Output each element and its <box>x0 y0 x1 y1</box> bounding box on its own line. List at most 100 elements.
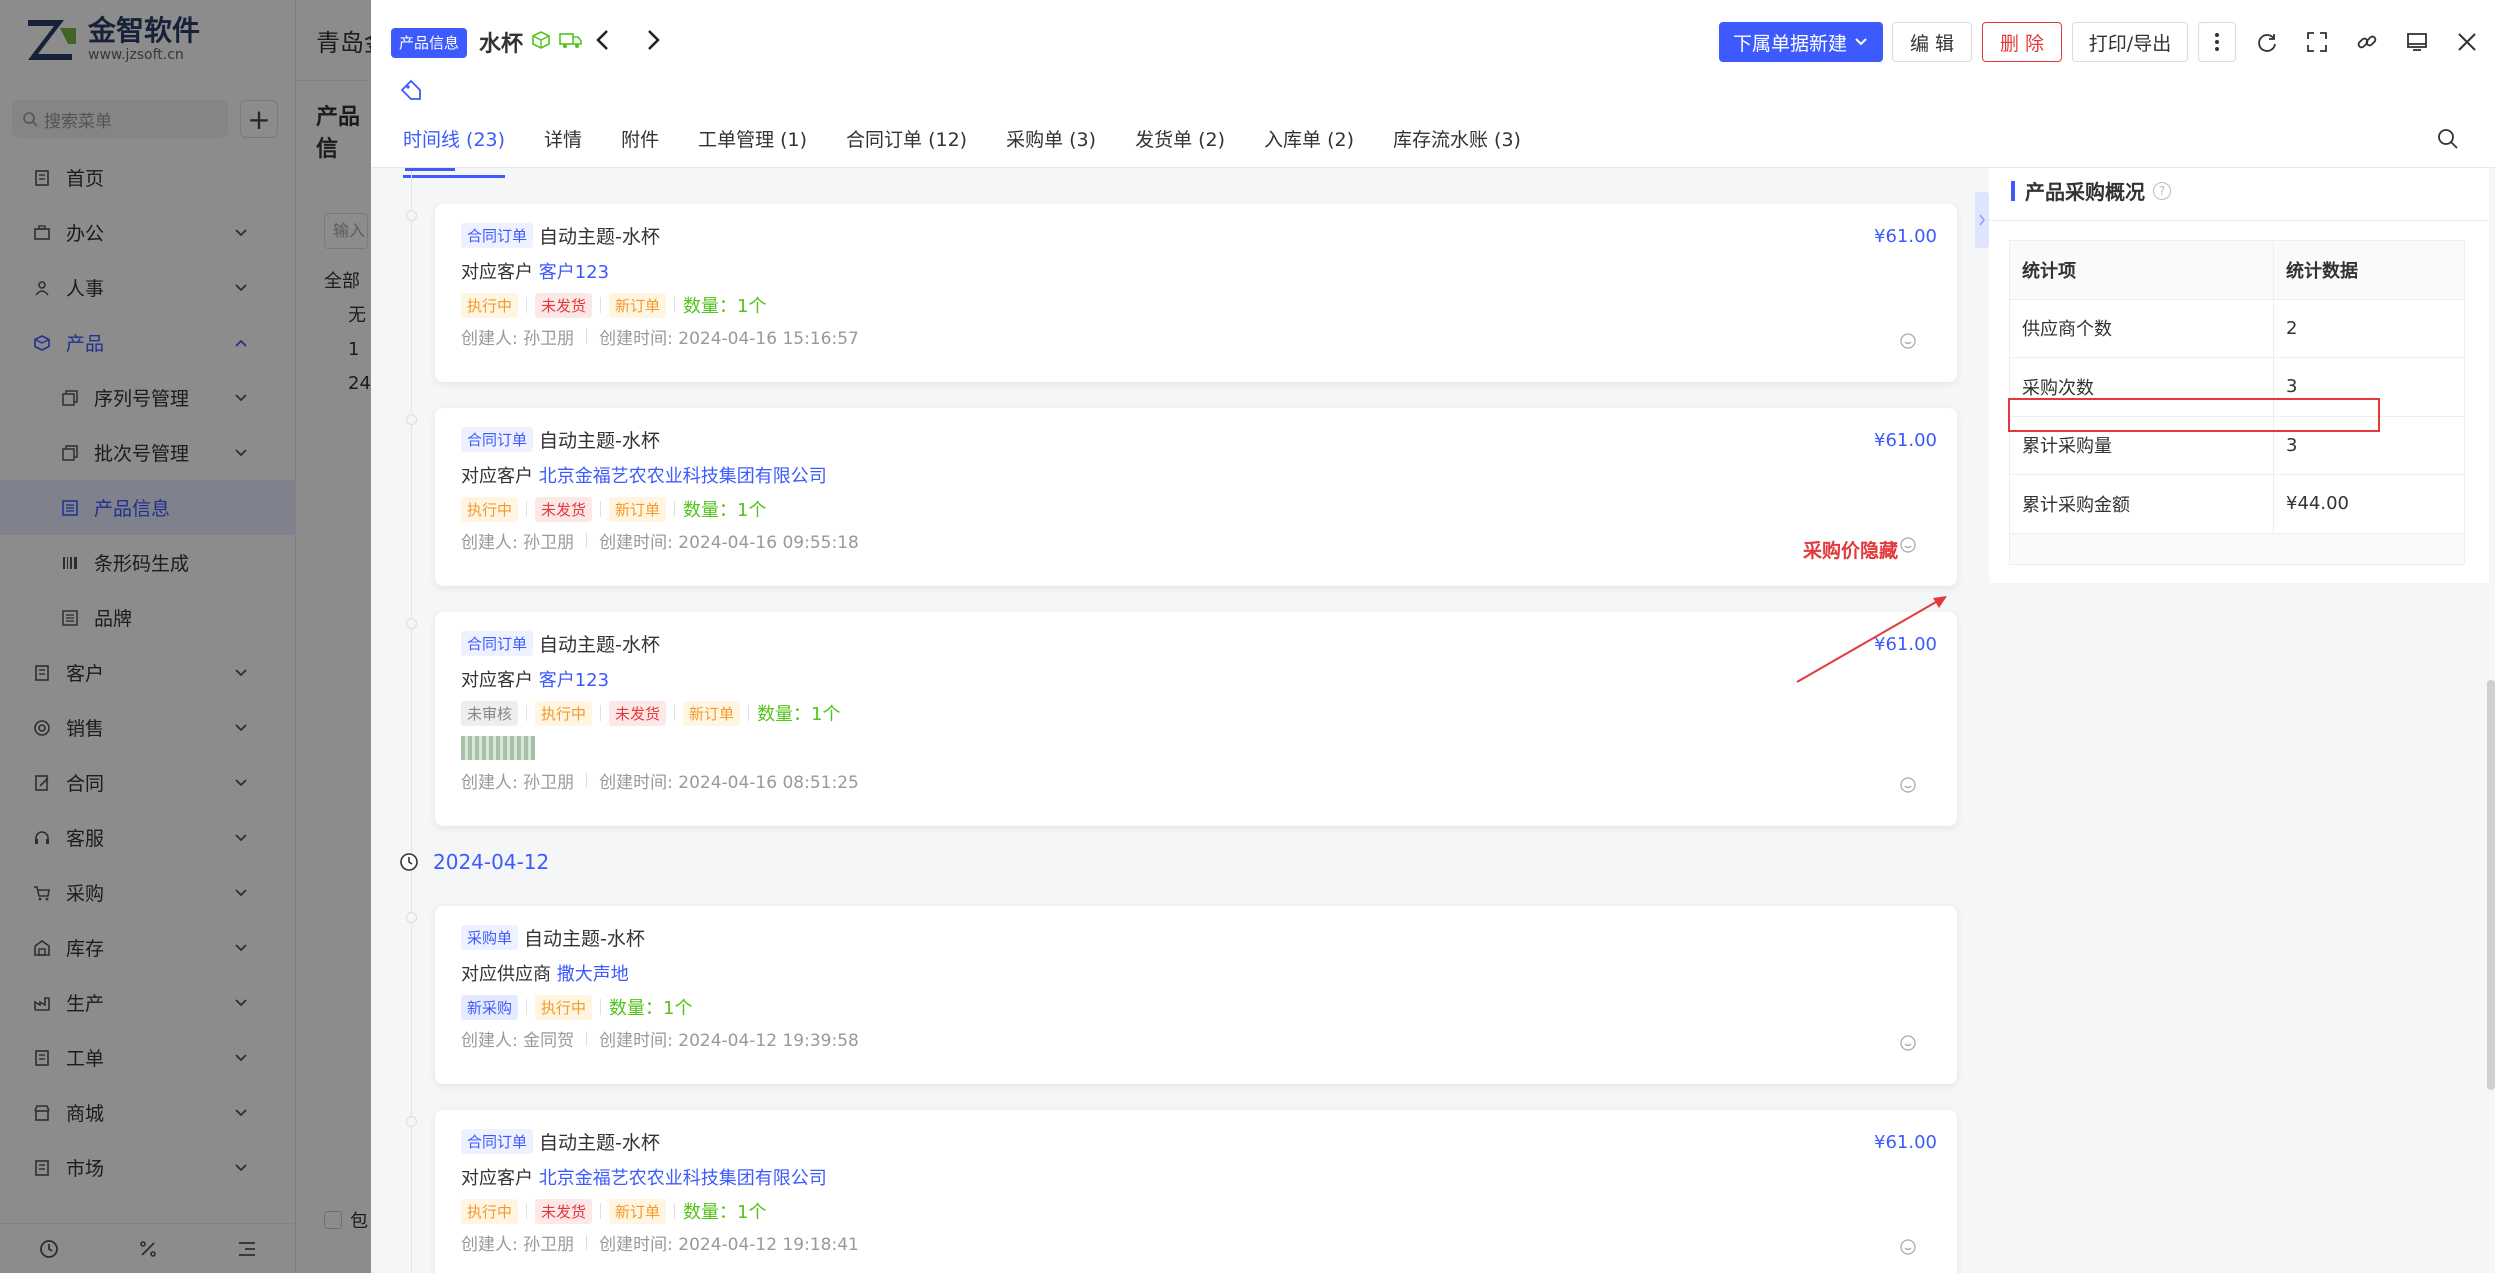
card-title[interactable]: 自动主题-水杯 <box>539 426 660 453</box>
created-time-text: 创建时间: 2024-04-16 08:51:25 <box>599 773 859 793</box>
comment-icon[interactable] <box>1899 1034 1917 1057</box>
created-time-text: 创建时间: 2024-04-12 19:18:41 <box>599 1235 859 1255</box>
print-export-button[interactable]: 打印/导出 <box>2072 22 2188 62</box>
customer-link[interactable]: 客户123 <box>539 262 609 283</box>
customer-link[interactable]: 客户123 <box>539 670 609 691</box>
cube-icon <box>532 31 550 49</box>
stat-cell: 2 <box>2286 317 2298 339</box>
timeline-date-fragment <box>405 168 455 171</box>
desktop-view-button[interactable] <box>2401 26 2433 58</box>
status-badge: 未发货 <box>535 496 593 522</box>
quantity-text: 数量：1个 <box>683 500 767 521</box>
copy-link-button[interactable] <box>2351 26 2383 58</box>
scrollbar[interactable] <box>2487 680 2495 1090</box>
status-badge: 新订单 <box>609 292 667 318</box>
quantity-text: 数量：1个 <box>683 1202 767 1223</box>
chevron-left-icon[interactable] <box>593 28 613 52</box>
customer-label: 对应客户 <box>461 466 533 487</box>
card-price: ¥61.00 <box>1874 226 1937 247</box>
link-icon <box>2357 35 2377 49</box>
stat-cell: 累计采购金额 <box>2010 475 2274 533</box>
status-badge: 未审核 <box>461 700 519 726</box>
new-sub-document-button[interactable]: 下属单据新建 <box>1719 22 1883 62</box>
comment-icon[interactable] <box>1899 776 1917 799</box>
card-title[interactable]: 自动主题-水杯 <box>539 630 660 657</box>
card-price: ¥61.00 <box>1874 1132 1937 1153</box>
timeline-card[interactable]: 合同订单 自动主题-水杯 ¥61.00 对应客户 客户123 执行中 未发货 新订单 数量：1… <box>435 204 1957 382</box>
creator-text: 创建人: 孙卫朋 <box>461 329 575 349</box>
detail-tab[interactable]: 附件 <box>621 124 659 168</box>
collapse-panel-handle[interactable] <box>1975 192 1989 248</box>
customer-link[interactable]: 北京金福艺农农业科技集团有限公司 <box>539 1168 827 1189</box>
timeline-line <box>411 168 412 1273</box>
search-icon[interactable] <box>2437 128 2459 150</box>
customer-label: 对应客户 <box>461 670 533 691</box>
stat-cell: 供应商个数 <box>2010 299 2274 357</box>
status-badge: 新订单 <box>609 1198 667 1224</box>
close-button[interactable] <box>2451 26 2483 58</box>
status-badge: 执行中 <box>535 994 593 1020</box>
fullscreen-icon <box>2307 32 2327 52</box>
detail-tab[interactable]: 合同订单 (12) <box>846 124 967 168</box>
highlight-box <box>2008 398 2380 432</box>
status-badge: 新订单 <box>683 700 741 726</box>
timeline-card[interactable]: 采购单 自动主题-水杯 对应供应商 撒大声地 新采购 执行中 数量：1个 创建人: 金同贺 创… <box>435 906 1957 1084</box>
status-badge: 未发货 <box>535 292 593 318</box>
status-badge: 执行中 <box>461 292 519 318</box>
more-vertical-icon <box>2215 33 2219 51</box>
customer-link[interactable]: 撒大声地 <box>557 964 629 985</box>
customer-label: 对应供应商 <box>461 964 551 985</box>
chevron-right-icon[interactable] <box>643 28 663 52</box>
help-icon[interactable]: ? <box>2153 181 2171 200</box>
table-empty-row <box>2010 533 2464 564</box>
status-badge: 执行中 <box>461 496 519 522</box>
stat-cell: ¥44.00 <box>2286 493 2349 515</box>
timeline-card[interactable]: 合同订单 自动主题-水杯 ¥61.00 对应客户 北京金福艺农农业科技集团有限公司 执行… <box>435 1110 1957 1273</box>
detail-tab[interactable]: 详情 <box>544 124 582 168</box>
timeline-dot <box>406 210 417 221</box>
status-badge: 未发货 <box>535 1198 593 1224</box>
detail-tab[interactable]: 工单管理 (1) <box>698 124 807 168</box>
detail-tab[interactable]: 时间线 (23) <box>403 124 506 178</box>
attachment-thumbnail[interactable] <box>461 736 535 760</box>
status-badge: 新订单 <box>609 496 667 522</box>
quantity-text: 数量：1个 <box>683 296 767 317</box>
truck-icon <box>559 33 582 48</box>
customer-label: 对应客户 <box>461 262 533 283</box>
edit-button[interactable]: 编 辑 <box>1892 22 1972 62</box>
card-title[interactable]: 自动主题-水杯 <box>539 222 660 249</box>
creator-text: 创建人: 孙卫朋 <box>461 773 575 793</box>
card-title[interactable]: 自动主题-水杯 <box>539 1128 660 1155</box>
stat-cell: 统计项 <box>2010 241 2274 299</box>
card-title[interactable]: 自动主题-水杯 <box>524 924 645 951</box>
customer-link[interactable]: 北京金福艺农农业科技集团有限公司 <box>539 466 827 487</box>
detail-tab[interactable]: 采购单 (3) <box>1006 124 1096 168</box>
created-time-text: 创建时间: 2024-04-12 19:39:58 <box>599 1031 859 1051</box>
quantity-text: 数量：1个 <box>757 704 841 725</box>
timeline-dot <box>406 414 417 425</box>
chevron-down-icon <box>1855 38 1867 46</box>
refresh-icon <box>2258 34 2276 52</box>
created-time-text: 创建时间: 2024-04-16 09:55:18 <box>599 533 859 553</box>
detail-tab[interactable]: 库存流水账 (3) <box>1393 124 1521 168</box>
timeline-dot <box>406 618 417 629</box>
timeline-card[interactable]: 合同订单 自动主题-水杯 ¥61.00 对应客户 北京金福艺农农业科技集团有限公司 执行… <box>435 408 1957 586</box>
document-type-tag: 合同订单 <box>461 223 534 248</box>
table-header-row: 统计项 统计数据 <box>2010 241 2464 300</box>
detail-tabs: 时间线 (23) 详情 附件 工单管理 (1) 合同订单 (12) 采购单 (3) 发货单 … <box>403 124 1560 178</box>
refresh-button[interactable] <box>2251 26 2283 58</box>
more-button[interactable] <box>2198 22 2236 62</box>
detail-tab[interactable]: 入库单 (2) <box>1264 124 1354 168</box>
status-badge: 执行中 <box>461 1198 519 1224</box>
stat-cell: 统计数据 <box>2286 260 2358 282</box>
customer-label: 对应客户 <box>461 1168 533 1189</box>
tag-icon[interactable] <box>399 78 423 102</box>
comment-icon[interactable] <box>1899 1238 1917 1261</box>
detail-tab[interactable]: 发货单 (2) <box>1135 124 1225 168</box>
fullscreen-button[interactable] <box>2301 26 2333 58</box>
delete-button[interactable]: 删 除 <box>1982 22 2062 62</box>
comment-icon[interactable] <box>1899 332 1917 355</box>
monitor-icon <box>2407 33 2427 51</box>
timeline-card[interactable]: 合同订单 自动主题-水杯 ¥61.00 对应客户 客户123 未审核 执行中 未发货 新订单数… <box>435 612 1957 826</box>
overview-title-text: 产品采购概况 <box>2025 180 2145 204</box>
